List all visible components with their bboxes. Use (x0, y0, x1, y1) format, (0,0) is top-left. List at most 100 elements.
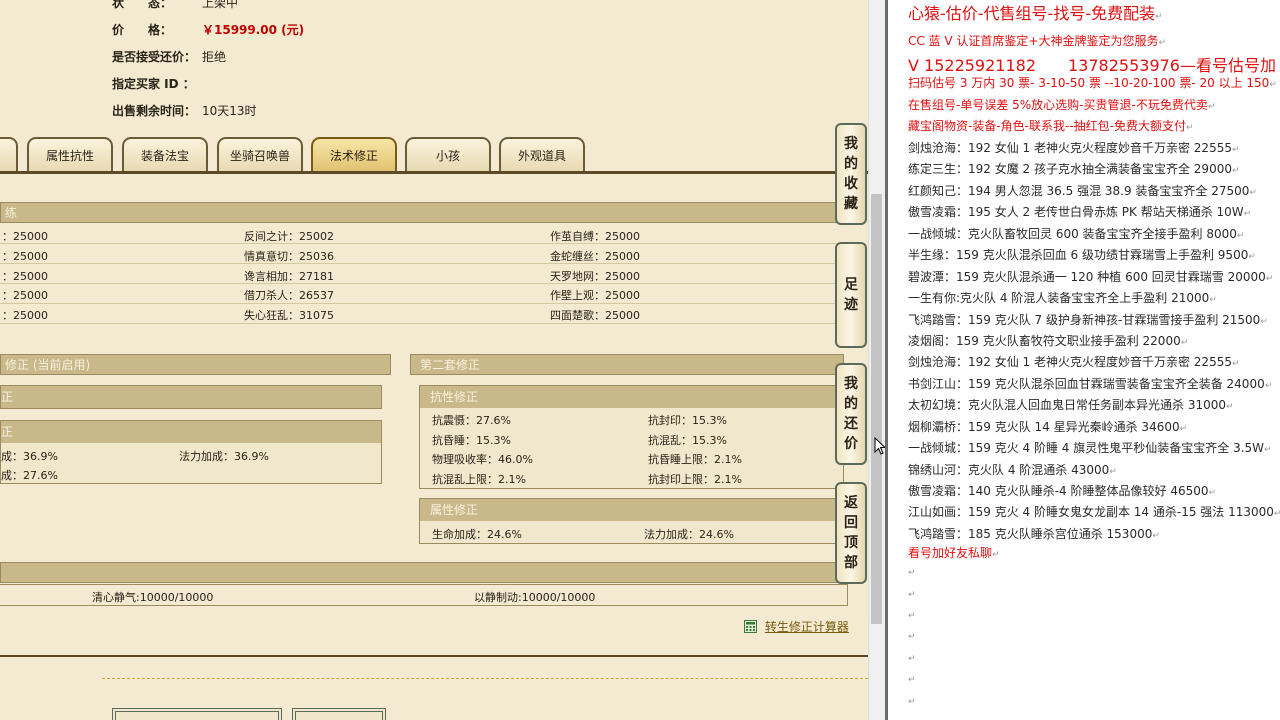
skill-cell: 作壁上观：25000 (550, 289, 640, 302)
attr-cell: 生命加成：24.6% (432, 528, 522, 541)
return-mark: ↵ (1226, 402, 1234, 412)
return-mark: ↵ (908, 675, 916, 685)
skill-cell: 情真意切：25036 (244, 250, 334, 263)
counter-offer-row: 是否接受还价： 拒绝 (112, 48, 226, 65)
return-mark: ↵ (1152, 531, 1160, 541)
tab-equipment[interactable]: 装备法宝 (122, 137, 208, 171)
set2-header: 第二套修正 (410, 354, 844, 375)
return-mark: ↵ (992, 550, 1000, 560)
note-line: 剑烛沧海：192 女仙 1 老神火克火程度妙音千万亲密 22555↵ (908, 141, 1240, 155)
status-row: 状 态： 上架中 (112, 0, 238, 11)
my-counter-offers-button[interactable]: 我的还价 (835, 363, 867, 465)
skill-cell: ：25000 (2, 230, 48, 243)
dashed-divider (102, 678, 868, 679)
note-line: 一战倾城：克火队畜牧回灵 600 装备宝宝齐全接手盈利 8000↵ (908, 227, 1245, 241)
resist-cell: 抗混乱上限：2.1% (432, 473, 526, 486)
tab-spell-correction[interactable]: 法术修正 (311, 137, 397, 171)
return-mark: ↵ (1248, 252, 1256, 262)
back-to-top-button[interactable]: 返回顶部 (835, 482, 867, 584)
bottom-button-2[interactable] (292, 708, 386, 720)
resist-cell: 抗混乱：15.3% (648, 434, 727, 447)
note-line: 在售组号-单号误差 5%放心选购-买贵管退-不玩免费代卖↵ (908, 98, 1216, 112)
return-mark: ↵ (1269, 80, 1277, 90)
return-mark: ↵ (1208, 488, 1217, 498)
return-mark: ↵ (1231, 166, 1240, 176)
calculator-link-wrap[interactable]: 转生修正计算器 (744, 618, 849, 635)
note-line: 剑烛沧海：192 女仙 1 老神火克火程度妙音千万亲密 22555↵ (908, 355, 1240, 369)
note-line: 碧波潭：159 克火队混杀通一 120 种植 600 回灵甘霖瑞雪 20000↵ (908, 270, 1274, 284)
tab-hidden-left[interactable] (0, 137, 18, 171)
return-mark: ↵ (1264, 445, 1272, 455)
return-mark: ↵ (908, 568, 916, 578)
note-line: 锦绣山河：克火队 4 阶混通杀 43000↵ (908, 463, 1117, 477)
set2-attr-panel: 属性修正 生命加成：24.6% 法力加成：24.6% (419, 498, 844, 544)
return-mark: ↵ (1207, 102, 1216, 112)
return-mark: ↵ (1231, 359, 1240, 369)
skill-cell: ：25000 (2, 309, 48, 322)
buyer-id-label: 指定买家 ID ： (112, 77, 195, 91)
skill-cell: 谗言相加：27181 (244, 270, 334, 283)
counter-offer-value: 拒绝 (202, 50, 227, 64)
note-line: 飞鸿踏雪：185 克火队睡杀宫位通杀 153000↵ (908, 527, 1160, 541)
return-mark: ↵ (1264, 381, 1273, 391)
set1-header: 修正 (当前启用) (0, 354, 391, 375)
note-line: 练定三生：192 女魔 2 孩子克水抽全满装备宝宝齐全 29000↵ (908, 162, 1240, 176)
return-mark: ↵ (1265, 274, 1274, 284)
return-mark: ↵ (908, 697, 916, 707)
set2-resist-panel: 抗性修正 抗震慑：27.6% 抗封印：15.3% 抗昏睡：15.3% 抗混乱：1… (419, 385, 844, 489)
skill-cell: 天罗地网：25000 (550, 270, 640, 283)
tab-mounts-pets[interactable]: 坐骑召唤兽 (217, 137, 303, 171)
bottom-stat-left: 清心静气:10000/10000 (92, 591, 214, 604)
note-line: 傲雪凌霜：140 克火队睡杀-4 阶睡整体品像较好 46500↵ (908, 484, 1217, 498)
return-mark: ↵ (908, 632, 916, 642)
note-line: 凌烟阁：159 克火队畜牧符文职业接手盈利 22000↵ (908, 334, 1189, 348)
set1-panel-a: 正 (0, 385, 382, 409)
set1-panel-a-title: 正 (1, 386, 381, 408)
return-mark: ↵ (1273, 509, 1280, 519)
bottom-section-header (0, 562, 844, 583)
resist-cell: 抗昏睡上限：2.1% (648, 453, 742, 466)
time-left-label: 出售剩余时间： (112, 104, 197, 118)
price-label: 价 格： (112, 23, 173, 37)
return-mark: ↵ (908, 590, 916, 600)
set2-attr-title: 属性修正 (420, 499, 843, 521)
resist-cell: 物理吸收率：46.0% (432, 453, 533, 466)
bottom-button-1[interactable] (112, 708, 282, 720)
return-mark: ↵ (1179, 424, 1188, 434)
time-left-value: 10天13时 (202, 104, 257, 118)
my-favorites-button[interactable]: 我的收藏 (835, 123, 867, 225)
tab-child[interactable]: 小孩 (405, 137, 491, 171)
return-mark: ↵ (1231, 145, 1240, 155)
set1-panel-b: 正 成：36.9% 法力加成：36.9% 成：27.6% (0, 420, 382, 484)
scrollbar-thumb[interactable] (871, 194, 882, 624)
set1-cell: 法力加成：36.9% (179, 450, 269, 463)
set1-cell: 成：36.9% (1, 450, 58, 463)
return-mark: ↵ (1249, 188, 1257, 198)
tab-attributes[interactable]: 属性抗性 (27, 137, 113, 171)
tabbar-divider (0, 171, 868, 174)
skill-cell: 失心狂乱：31075 (244, 309, 334, 322)
status-value: 上架中 (202, 0, 239, 10)
game-listing-page: 状 态： 上架中 价 格： ￥15999.00 (元) 是否接受还价： 拒绝 指… (0, 0, 868, 720)
note-line: 太初幻境：克火队混人回血鬼日常任务副本异光通杀 31000↵ (908, 398, 1234, 412)
note-line: CC 蓝 V 认证首席鉴定+大神金牌鉴定为您服务↵ (908, 34, 1167, 48)
return-mark: ↵ (1180, 338, 1189, 348)
note-line: 傲雪凌霜：195 女人 2 老传世白骨赤炼 PK 帮站天梯通杀 10W↵ (908, 205, 1252, 219)
return-mark: ↵ (1260, 317, 1268, 327)
note-line: 烟柳灞桥：159 克火队 14 星异光秦岭通杀 34600↵ (908, 420, 1188, 434)
note-line: 红颜知己：194 男人忽混 36.5 强混 38.9 装备宝宝齐全 27500↵ (908, 184, 1257, 198)
note-line: 心猿-估价-代售组号-找号-免费配装↵ (908, 4, 1163, 23)
calculator-link[interactable]: 转生修正计算器 (765, 620, 849, 634)
return-mark: ↵ (1243, 209, 1252, 219)
price-value: ￥15999.00 (元) (202, 23, 305, 37)
return-mark: ↵ (1155, 12, 1163, 22)
skill-cell: 金蛇缠丝：25000 (550, 250, 640, 263)
tab-appearance[interactable]: 外观道具 (499, 137, 585, 171)
set1-cell: 成：27.6% (1, 469, 58, 482)
note-line: 一战倾城：159 克火 4 阶睡 4 旗灵性鬼平秒仙装备宝宝齐全 3.5W↵ (908, 441, 1272, 455)
return-mark: ↵ (1109, 467, 1117, 477)
return-mark: ↵ (908, 654, 916, 664)
footprints-button[interactable]: 足迹 (835, 242, 867, 348)
skill-cell: 借刀杀人：26537 (244, 289, 334, 302)
return-mark: ↵ (1209, 295, 1217, 305)
